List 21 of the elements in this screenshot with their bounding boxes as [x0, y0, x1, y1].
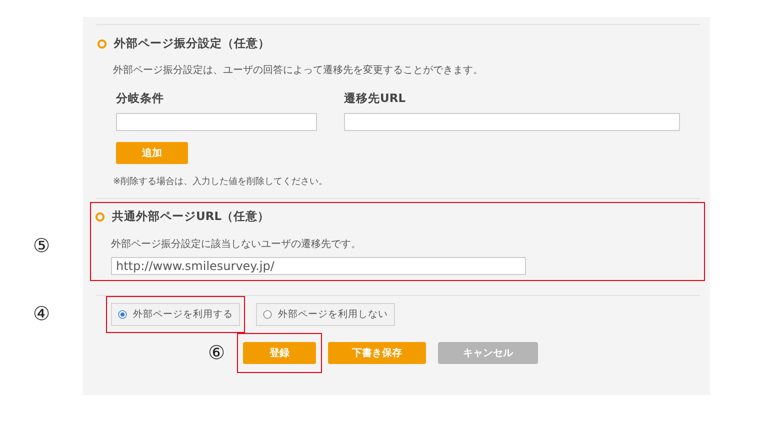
action-button[interactable]: 登録	[243, 342, 316, 364]
text-input-field[interactable]	[116, 113, 317, 131]
add-button[interactable]: 追加	[116, 142, 188, 164]
field-label: 分岐条件	[116, 91, 165, 106]
section-description: 外部ページ振分設定は、ユーザの回答によって遷移先を変更することができます。	[113, 64, 484, 77]
radio-option[interactable]: 外部ページを利用する	[111, 303, 240, 326]
bullet-icon	[95, 212, 105, 222]
radio-option[interactable]: 外部ページを利用しない	[256, 303, 395, 326]
field-label: 遷移先URL	[344, 91, 407, 106]
url-input-field[interactable]: http://www.smilesurvey.jp/	[111, 257, 526, 275]
annotation-number: ⑤	[32, 237, 50, 256]
bullet-icon	[97, 38, 107, 48]
action-button[interactable]: 下書き保存	[328, 342, 426, 364]
action-button[interactable]: キャンセル	[438, 342, 538, 364]
section-description: 外部ページ振分設定に該当しないユーザの遷移先です。	[111, 238, 362, 251]
section-title: 共通外部ページURL（任意）	[112, 209, 270, 224]
annotation-number: ④	[32, 304, 50, 324]
section-title: 外部ページ振分設定（任意）	[114, 36, 270, 51]
text-input-field[interactable]	[344, 113, 680, 131]
annotation-number: ⑥	[208, 344, 226, 362]
note-text: ※削除する場合は、入力した値を削除してください。	[113, 176, 329, 188]
